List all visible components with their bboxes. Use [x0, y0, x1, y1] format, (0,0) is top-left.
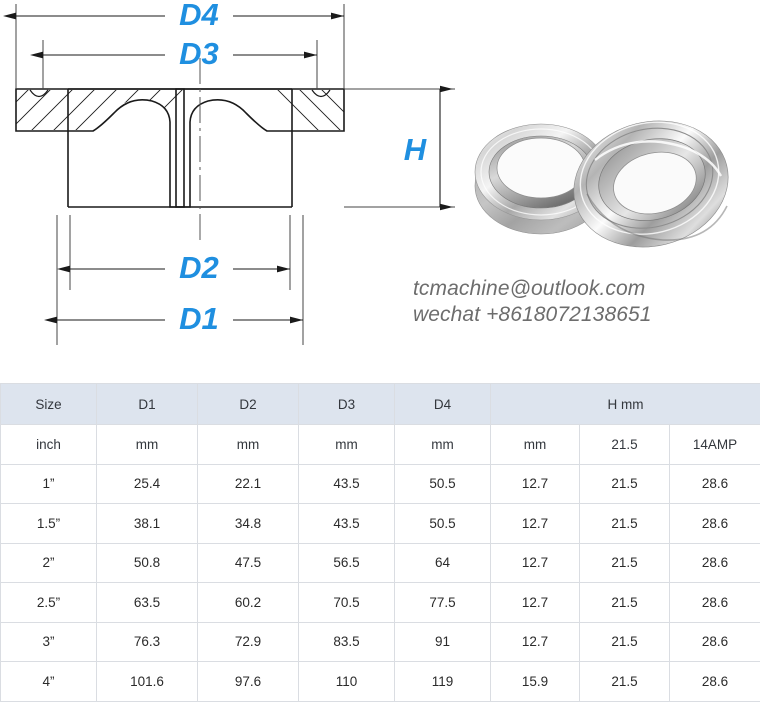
table-row: 4” 101.6 97.6 110 119 15.9 21.5 28.6	[1, 662, 760, 702]
cell-d1: 50.8	[97, 543, 198, 583]
table-units-row: inch mm mm mm mm mm 21.5 14AMP	[1, 425, 760, 465]
contact-wechat: wechat +8618072138651	[413, 302, 758, 328]
ferrule-cross-section-drawing: D4 D3 D2 D1 H	[0, 0, 460, 370]
table-header-row: Size D1 D2 D3 D4 H mm	[1, 384, 760, 425]
cell-h2: 21.5	[580, 583, 670, 623]
dimension-d2: D2	[70, 250, 290, 285]
cell-h3: 28.6	[670, 464, 760, 504]
extension-lines-height	[344, 89, 455, 207]
cell-d3: 110	[299, 662, 395, 702]
cell-h2: 21.5	[580, 662, 670, 702]
table-row: 1.5” 38.1 34.8 43.5 50.5 12.7 21.5 28.6	[1, 504, 760, 544]
table-row: 2.5” 63.5 60.2 70.5 77.5 12.7 21.5 28.6	[1, 583, 760, 623]
cell-d2: 22.1	[198, 464, 299, 504]
cell-size: 2.5”	[1, 583, 97, 623]
cell-size: 2”	[1, 543, 97, 583]
units-cell-d4: mm	[395, 425, 491, 465]
product-photo	[455, 68, 755, 273]
cell-h3: 28.6	[670, 622, 760, 662]
cell-h1: 12.7	[491, 543, 580, 583]
cell-d4: 64	[395, 543, 491, 583]
cell-d3: 70.5	[299, 583, 395, 623]
header-cell-size: Size	[1, 384, 97, 425]
cell-h2: 21.5	[580, 622, 670, 662]
header-cell-h-group: H mm	[491, 384, 760, 425]
table-body: inch mm mm mm mm mm 21.5 14AMP 1” 25.4 2…	[1, 425, 760, 702]
section-outline-right	[176, 89, 344, 207]
cell-size: 1.5”	[1, 504, 97, 544]
cell-size: 3”	[1, 622, 97, 662]
cell-h1: 15.9	[491, 662, 580, 702]
page-root: D4 D3 D2 D1 H	[0, 0, 760, 673]
cell-d3: 83.5	[299, 622, 395, 662]
dimension-label-d3: D3	[179, 36, 219, 71]
table-row: 3” 76.3 72.9 83.5 91 12.7 21.5 28.6	[1, 622, 760, 662]
cell-h3: 28.6	[670, 583, 760, 623]
section-outline-left	[16, 89, 184, 207]
specification-table: Size D1 D2 D3 D4 H mm inch mm mm mm mm m…	[0, 383, 760, 702]
cell-d2: 60.2	[198, 583, 299, 623]
cell-d1: 101.6	[97, 662, 198, 702]
groove-detail	[30, 90, 330, 97]
cell-size: 1”	[1, 464, 97, 504]
cell-h1: 12.7	[491, 504, 580, 544]
cell-d4: 50.5	[395, 504, 491, 544]
units-cell-d1: mm	[97, 425, 198, 465]
cell-size: 4”	[1, 662, 97, 702]
table-row: 1” 25.4 22.1 43.5 50.5 12.7 21.5 28.6	[1, 464, 760, 504]
cell-d3: 43.5	[299, 504, 395, 544]
header-cell-d2: D2	[198, 384, 299, 425]
units-cell-h3: 14AMP	[670, 425, 760, 465]
dimension-d3: D3	[43, 36, 317, 71]
units-cell-h1: mm	[491, 425, 580, 465]
cell-h3: 28.6	[670, 662, 760, 702]
cell-d4: 50.5	[395, 464, 491, 504]
cell-h3: 28.6	[670, 543, 760, 583]
cell-d2: 34.8	[198, 504, 299, 544]
dimension-d4: D4	[16, 0, 344, 32]
cell-d4: 119	[395, 662, 491, 702]
contact-info: tcmachine@outlook.com wechat +8618072138…	[413, 276, 758, 328]
dimension-d1: D1	[57, 301, 303, 336]
units-cell-d2: mm	[198, 425, 299, 465]
cell-h2: 21.5	[580, 464, 670, 504]
cell-h3: 28.6	[670, 504, 760, 544]
units-cell-h2: 21.5	[580, 425, 670, 465]
dimension-label-d2: D2	[179, 250, 219, 285]
dimension-label-d1: D1	[179, 301, 219, 336]
cell-d2: 97.6	[198, 662, 299, 702]
bore-faces	[68, 89, 292, 207]
illustration-area: D4 D3 D2 D1 H	[0, 0, 760, 383]
cell-h2: 21.5	[580, 504, 670, 544]
cell-d1: 25.4	[97, 464, 198, 504]
cell-d3: 43.5	[299, 464, 395, 504]
ferrule-front	[560, 105, 741, 263]
header-cell-d1: D1	[97, 384, 198, 425]
table-row: 2” 50.8 47.5 56.5 64 12.7 21.5 28.6	[1, 543, 760, 583]
header-cell-d3: D3	[299, 384, 395, 425]
dimension-h: H	[404, 89, 440, 207]
cell-d1: 76.3	[97, 622, 198, 662]
header-cell-d4: D4	[395, 384, 491, 425]
cell-h1: 12.7	[491, 583, 580, 623]
cell-d1: 38.1	[97, 504, 198, 544]
units-cell-size: inch	[1, 425, 97, 465]
cell-d2: 72.9	[198, 622, 299, 662]
cell-h1: 12.7	[491, 622, 580, 662]
cell-d1: 63.5	[97, 583, 198, 623]
cell-d4: 91	[395, 622, 491, 662]
table-header: Size D1 D2 D3 D4 H mm	[1, 384, 760, 425]
cell-d4: 77.5	[395, 583, 491, 623]
cell-h2: 21.5	[580, 543, 670, 583]
units-cell-d3: mm	[299, 425, 395, 465]
cell-d2: 47.5	[198, 543, 299, 583]
dimension-label-h: H	[404, 132, 427, 167]
dimension-label-d4: D4	[179, 0, 219, 32]
cell-d3: 56.5	[299, 543, 395, 583]
ferrule-pair-illustration	[455, 68, 755, 273]
contact-email: tcmachine@outlook.com	[413, 276, 758, 302]
cell-h1: 12.7	[491, 464, 580, 504]
